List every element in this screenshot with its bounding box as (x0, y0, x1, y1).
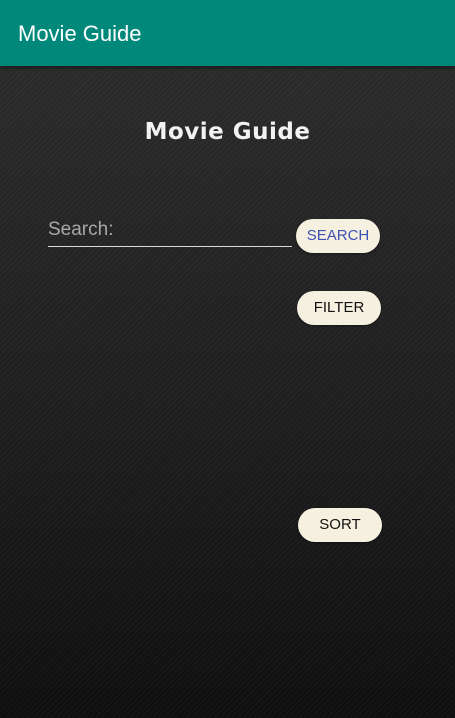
page-title: Movie Guide (144, 119, 311, 145)
filter-button[interactable]: FILTER (297, 291, 381, 325)
sort-button[interactable]: SORT (298, 508, 382, 542)
main-content (0, 66, 455, 718)
search-input[interactable] (48, 216, 292, 244)
app-bar-title: Movie Guide (18, 21, 142, 46)
app-bar: Movie Guide (0, 0, 455, 66)
search-button[interactable]: SEARCH (296, 219, 380, 253)
search-field[interactable] (48, 216, 292, 247)
